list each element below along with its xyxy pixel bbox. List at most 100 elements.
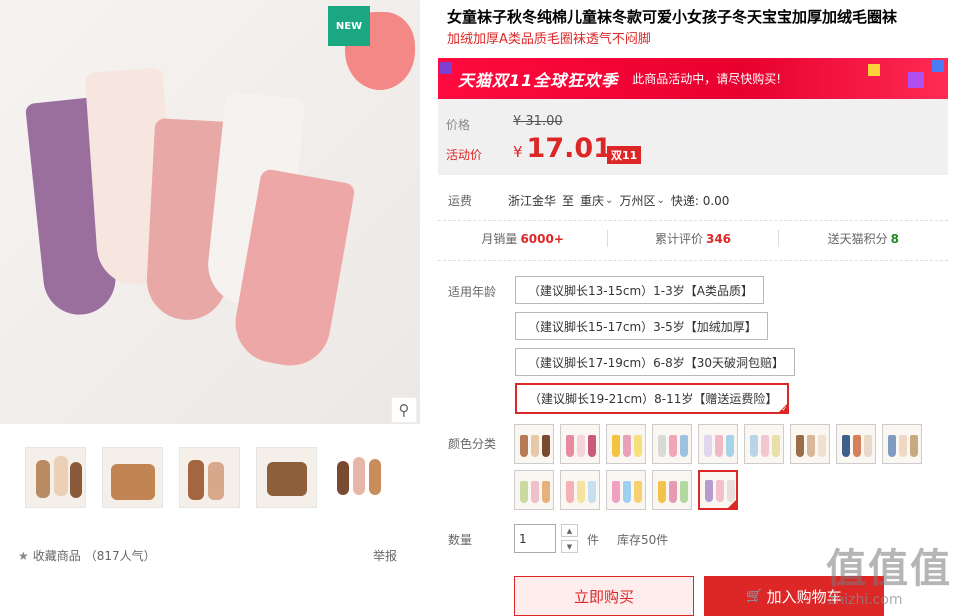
sock-shape (761, 435, 769, 457)
age-option-3-5[interactable]: （建议脚长15-17cm）3-5岁【加绒加厚】 (515, 312, 768, 340)
watermark-url: zhizhi.com (828, 592, 903, 608)
sock-shape (612, 435, 620, 457)
color-swatch[interactable] (698, 470, 738, 510)
district-value: 万州区 (619, 194, 656, 208)
age-option-label: （建议脚长15-17cm）3-5岁【加绒加厚】 (528, 319, 757, 334)
star-icon: ★ (18, 548, 29, 563)
sock-shape (542, 435, 550, 457)
watermark-logo: 值值值 (826, 546, 952, 592)
double11-logo: 天猫双11全球狂欢季 (458, 70, 619, 90)
sock-shape (531, 481, 539, 503)
favorite-button[interactable]: ★ 收藏商品 （817人气） (18, 547, 156, 564)
thumbnail[interactable] (256, 447, 317, 508)
sock-shape (669, 481, 677, 503)
quantity-input[interactable] (514, 524, 556, 553)
sock-shape (750, 435, 758, 457)
gift-cube-icon (868, 64, 880, 76)
gift-cube-icon (932, 60, 944, 72)
sock-shape (634, 435, 642, 457)
sock-shape (680, 435, 688, 457)
sock-shape (566, 481, 574, 503)
sock-shape (888, 435, 896, 457)
color-swatch[interactable] (606, 424, 646, 464)
ship-to-label: 至 (562, 194, 575, 208)
sock-shape (623, 481, 631, 503)
sock-shape (566, 435, 574, 457)
thumbnail-strip (25, 447, 394, 508)
divider (438, 260, 948, 261)
sock-shape (842, 435, 850, 457)
age-label: 适用年龄 (448, 285, 497, 299)
color-swatch[interactable] (560, 470, 600, 510)
age-option-1-3[interactable]: （建议脚长13-15cm）1-3岁【A类品质】 (515, 276, 764, 304)
chevron-down-icon: ⌄ (605, 195, 614, 206)
selected-corner (726, 498, 736, 508)
reviews-value: 346 (705, 232, 732, 246)
color-swatch[interactable] (560, 424, 600, 464)
age-option-6-8[interactable]: （建议脚长17-19cm）6-8岁【30天破洞包赔】 (515, 348, 796, 376)
promo-price: ¥ 17.01 (513, 133, 612, 164)
sock-shape (588, 435, 596, 457)
color-swatch[interactable] (514, 424, 554, 464)
age-option-label: （建议脚长19-21cm）8-11岁【赠送运费险】 (529, 392, 778, 406)
color-swatch[interactable] (606, 470, 646, 510)
new-badge: NEW (328, 6, 370, 46)
color-swatch[interactable] (514, 470, 554, 510)
sock-shape (704, 435, 712, 457)
product-title: 女童袜子秋冬纯棉儿童袜冬款可爱小女孩子冬天宝宝加厚加绒毛圈袜 (447, 8, 898, 26)
thumbnail[interactable] (25, 447, 86, 508)
sock-shape (520, 481, 528, 503)
color-swatch[interactable] (652, 424, 692, 464)
sock-shape (577, 435, 585, 457)
shipping-info: 浙江金华 至 重庆 ⌄ 万州区 ⌄ 快递: 0.00 (508, 192, 729, 209)
thumbnail[interactable] (333, 447, 394, 508)
age-option-8-11[interactable]: （建议脚长19-21cm）8-11岁【赠送运费险】 ✓ (515, 383, 790, 414)
review-count[interactable]: 累计评价 346 (608, 230, 779, 247)
color-swatch[interactable] (698, 424, 738, 464)
favorite-label: 收藏商品 (32, 549, 81, 563)
sock-shape (853, 435, 861, 457)
original-price: ¥ 31.00 (513, 114, 563, 129)
thumbnail[interactable] (102, 447, 163, 508)
check-icon: ✓ (781, 405, 788, 413)
sock-shape (623, 435, 631, 457)
age-option-label: （建议脚长17-19cm）6-8岁【30天破洞包赔】 (528, 355, 785, 370)
shipping-label: 运费 (448, 194, 473, 208)
report-link[interactable]: 举报 (373, 547, 397, 564)
color-swatch[interactable] (790, 424, 830, 464)
stats-bar: 月销量 6000+ 累计评价 346 送天猫积分 8 (438, 230, 948, 247)
sock-shape (520, 435, 528, 457)
province-select[interactable]: 重庆 ⌄ (580, 192, 613, 209)
magnifier-icon[interactable]: ⚲ (391, 397, 417, 423)
color-swatch[interactable] (882, 424, 922, 464)
district-select[interactable]: 万州区 ⌄ (619, 192, 664, 209)
monthly-sales: 月销量 6000+ (438, 230, 609, 247)
color-swatch[interactable] (744, 424, 784, 464)
color-swatch[interactable] (652, 470, 692, 510)
tmall-points: 送天猫积分 8 (779, 230, 948, 247)
promo-price-label: 活动价 (446, 148, 483, 162)
quantity-increase-button[interactable]: ▲ (561, 524, 578, 537)
sock-shape (818, 435, 826, 457)
thumbnail[interactable] (179, 447, 240, 508)
sock-shape (577, 481, 585, 503)
main-product-image[interactable]: NEW ⚲ (0, 0, 420, 424)
sock-shape (658, 481, 666, 503)
buy-now-button[interactable]: 立即购买 (514, 576, 694, 616)
monthly-sales-value: 6000+ (520, 232, 564, 246)
sock-shape (864, 435, 872, 457)
sock-shape (807, 435, 815, 457)
quantity-decrease-button[interactable]: ▼ (561, 540, 578, 553)
quantity-unit: 件 (587, 533, 600, 547)
gift-cube-icon (908, 72, 924, 88)
product-page: NEW ⚲ ★ 收藏商品 （817人气） 举报 女童袜子秋冬纯棉儿童袜冬款可爱小… (0, 0, 979, 616)
chevron-down-icon: ⌄ (656, 195, 665, 206)
sock-shape (542, 481, 550, 503)
promo-price-amount: 17.01 (526, 133, 612, 164)
color-swatch[interactable] (836, 424, 876, 464)
banner-text: 此商品活动中，请尽快购买! (632, 72, 782, 86)
sock-shape (899, 435, 907, 457)
divider (438, 220, 948, 221)
sock-shape (669, 435, 677, 457)
product-subtitle: 加绒加厚A类品质毛圈袜透气不闷脚 (447, 32, 651, 47)
